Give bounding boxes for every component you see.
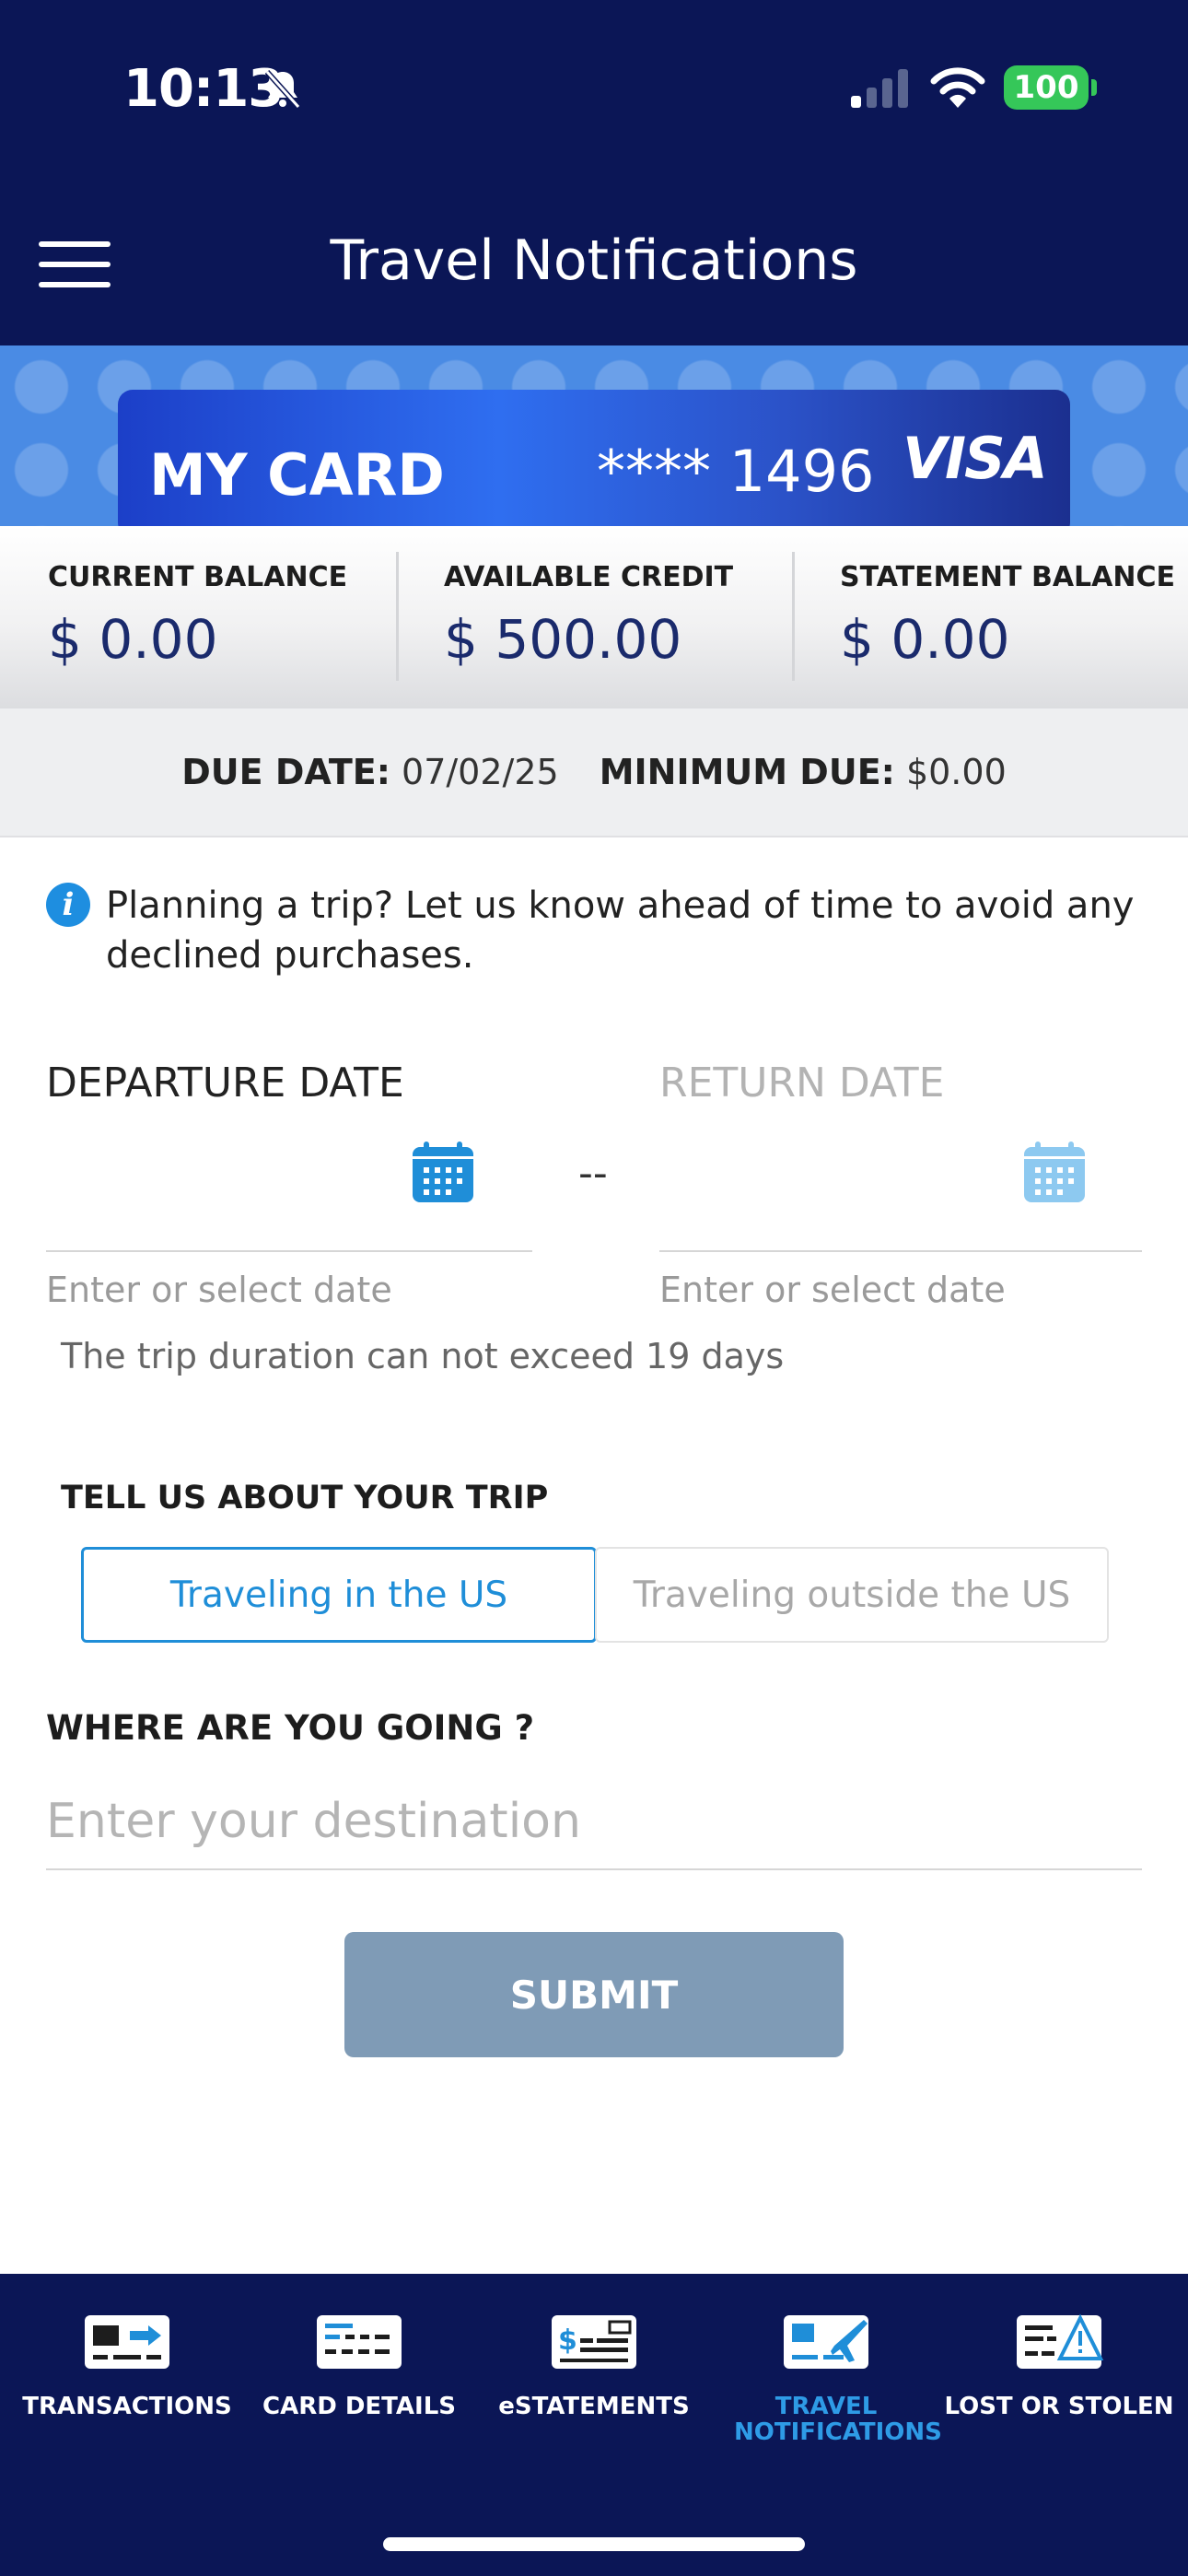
trip-type-toggle: Traveling in the US Traveling outside th… (81, 1547, 1109, 1643)
balance-value: $ 0.00 (840, 608, 1010, 671)
nav-estatements[interactable]: $ eSTATEMENTS (478, 2313, 710, 2419)
bottom-nav: TRANSACTIONS CARD DETAILS $ eSTATEMENTS … (0, 2274, 1188, 2576)
calendar-icon[interactable] (411, 1140, 475, 1204)
destination-heading: WHERE ARE YOU GOING ? (46, 1708, 535, 1748)
return-date-field[interactable] (659, 1129, 1142, 1252)
home-indicator[interactable] (383, 2537, 805, 2551)
credit-card[interactable]: MY CARD **** 1496 VISA (118, 390, 1070, 526)
travel-icon (784, 2315, 868, 2369)
card-details-icon (317, 2315, 402, 2369)
battery-tip (1091, 79, 1097, 96)
balance-label: CURRENT BALANCE (48, 561, 348, 593)
transactions-icon (85, 2315, 169, 2369)
top-bar: 10:13 100 Travel Notifications (0, 0, 1188, 345)
wifi-icon (930, 67, 985, 108)
card-name: MY CARD (149, 441, 445, 509)
balance-label: STATEMENT BALANCE (840, 561, 1175, 593)
signal-icon (851, 69, 908, 108)
nav-lost-or-stolen[interactable]: LOST OR STOLEN (943, 2313, 1175, 2419)
bell-muted-icon (264, 69, 301, 110)
duration-note: The trip duration can not exceed 19 days (61, 1336, 785, 1376)
battery-indicator: 100 (1004, 65, 1089, 110)
page-title: Travel Notifications (330, 228, 858, 293)
available-credit: AVAILABLE CREDIT $ 500.00 (396, 526, 792, 708)
info-message: Planning a trip? Let us know ahead of ti… (106, 884, 1135, 977)
due-info: DUE DATE: 07/02/25 MINIMUM DUE: $0.00 (0, 708, 1188, 837)
return-date-label: RETURN DATE (659, 1060, 945, 1107)
departure-date-hint: Enter or select date (46, 1270, 392, 1310)
submit-button[interactable]: SUBMIT (344, 1932, 844, 2057)
minimum-due-label: MINIMUM DUE: (599, 752, 895, 792)
due-date-value: 07/02/25 (402, 752, 559, 792)
nav-card-details[interactable]: CARD DETAILS (243, 2313, 475, 2419)
nav-transactions[interactable]: TRANSACTIONS (11, 2313, 243, 2419)
card-number: **** 1496 (597, 438, 875, 505)
balance-summary: CURRENT BALANCE $ 0.00 AVAILABLE CREDIT … (0, 526, 1188, 708)
visa-logo: VISA (903, 425, 1048, 492)
traveling-outside-us-button[interactable]: Traveling outside the US (595, 1547, 1109, 1643)
nav-label: eSTATEMENTS (498, 2393, 690, 2420)
trip-heading: TELL US ABOUT YOUR TRIP (61, 1480, 549, 1516)
balance-label: AVAILABLE CREDIT (444, 561, 734, 593)
date-separator: -- (578, 1150, 608, 1197)
due-date-label: DUE DATE: (181, 752, 390, 792)
statement-balance: STATEMENT BALANCE $ 0.00 (792, 526, 1188, 708)
lost-stolen-icon (1017, 2313, 1104, 2369)
nav-label: CARD DETAILS (262, 2393, 456, 2420)
current-balance: CURRENT BALANCE $ 0.00 (0, 526, 396, 708)
departure-date-label: DEPARTURE DATE (46, 1060, 404, 1107)
nav-label: TRAVEL NOTIFICATIONS (734, 2393, 942, 2446)
calendar-icon[interactable] (1022, 1140, 1087, 1204)
nav-label: TRANSACTIONS (22, 2393, 232, 2420)
traveling-in-us-button[interactable]: Traveling in the US (81, 1547, 597, 1643)
card-banner: MY CARD **** 1496 VISA (0, 345, 1188, 526)
svg-text:$: $ (558, 2324, 577, 2357)
destination-input[interactable] (46, 1774, 1142, 1870)
return-date-hint: Enter or select date (659, 1270, 1006, 1310)
balance-value: $ 500.00 (444, 608, 682, 671)
departure-date-field[interactable] (46, 1129, 532, 1252)
balance-value: $ 0.00 (48, 608, 218, 671)
nav-travel-notifications[interactable]: TRAVEL NOTIFICATIONS (710, 2313, 942, 2445)
nav-label: LOST OR STOLEN (944, 2393, 1174, 2420)
estatements-icon: $ (552, 2315, 636, 2369)
info-icon: i (46, 883, 90, 927)
minimum-due-value: $0.00 (905, 752, 1007, 792)
